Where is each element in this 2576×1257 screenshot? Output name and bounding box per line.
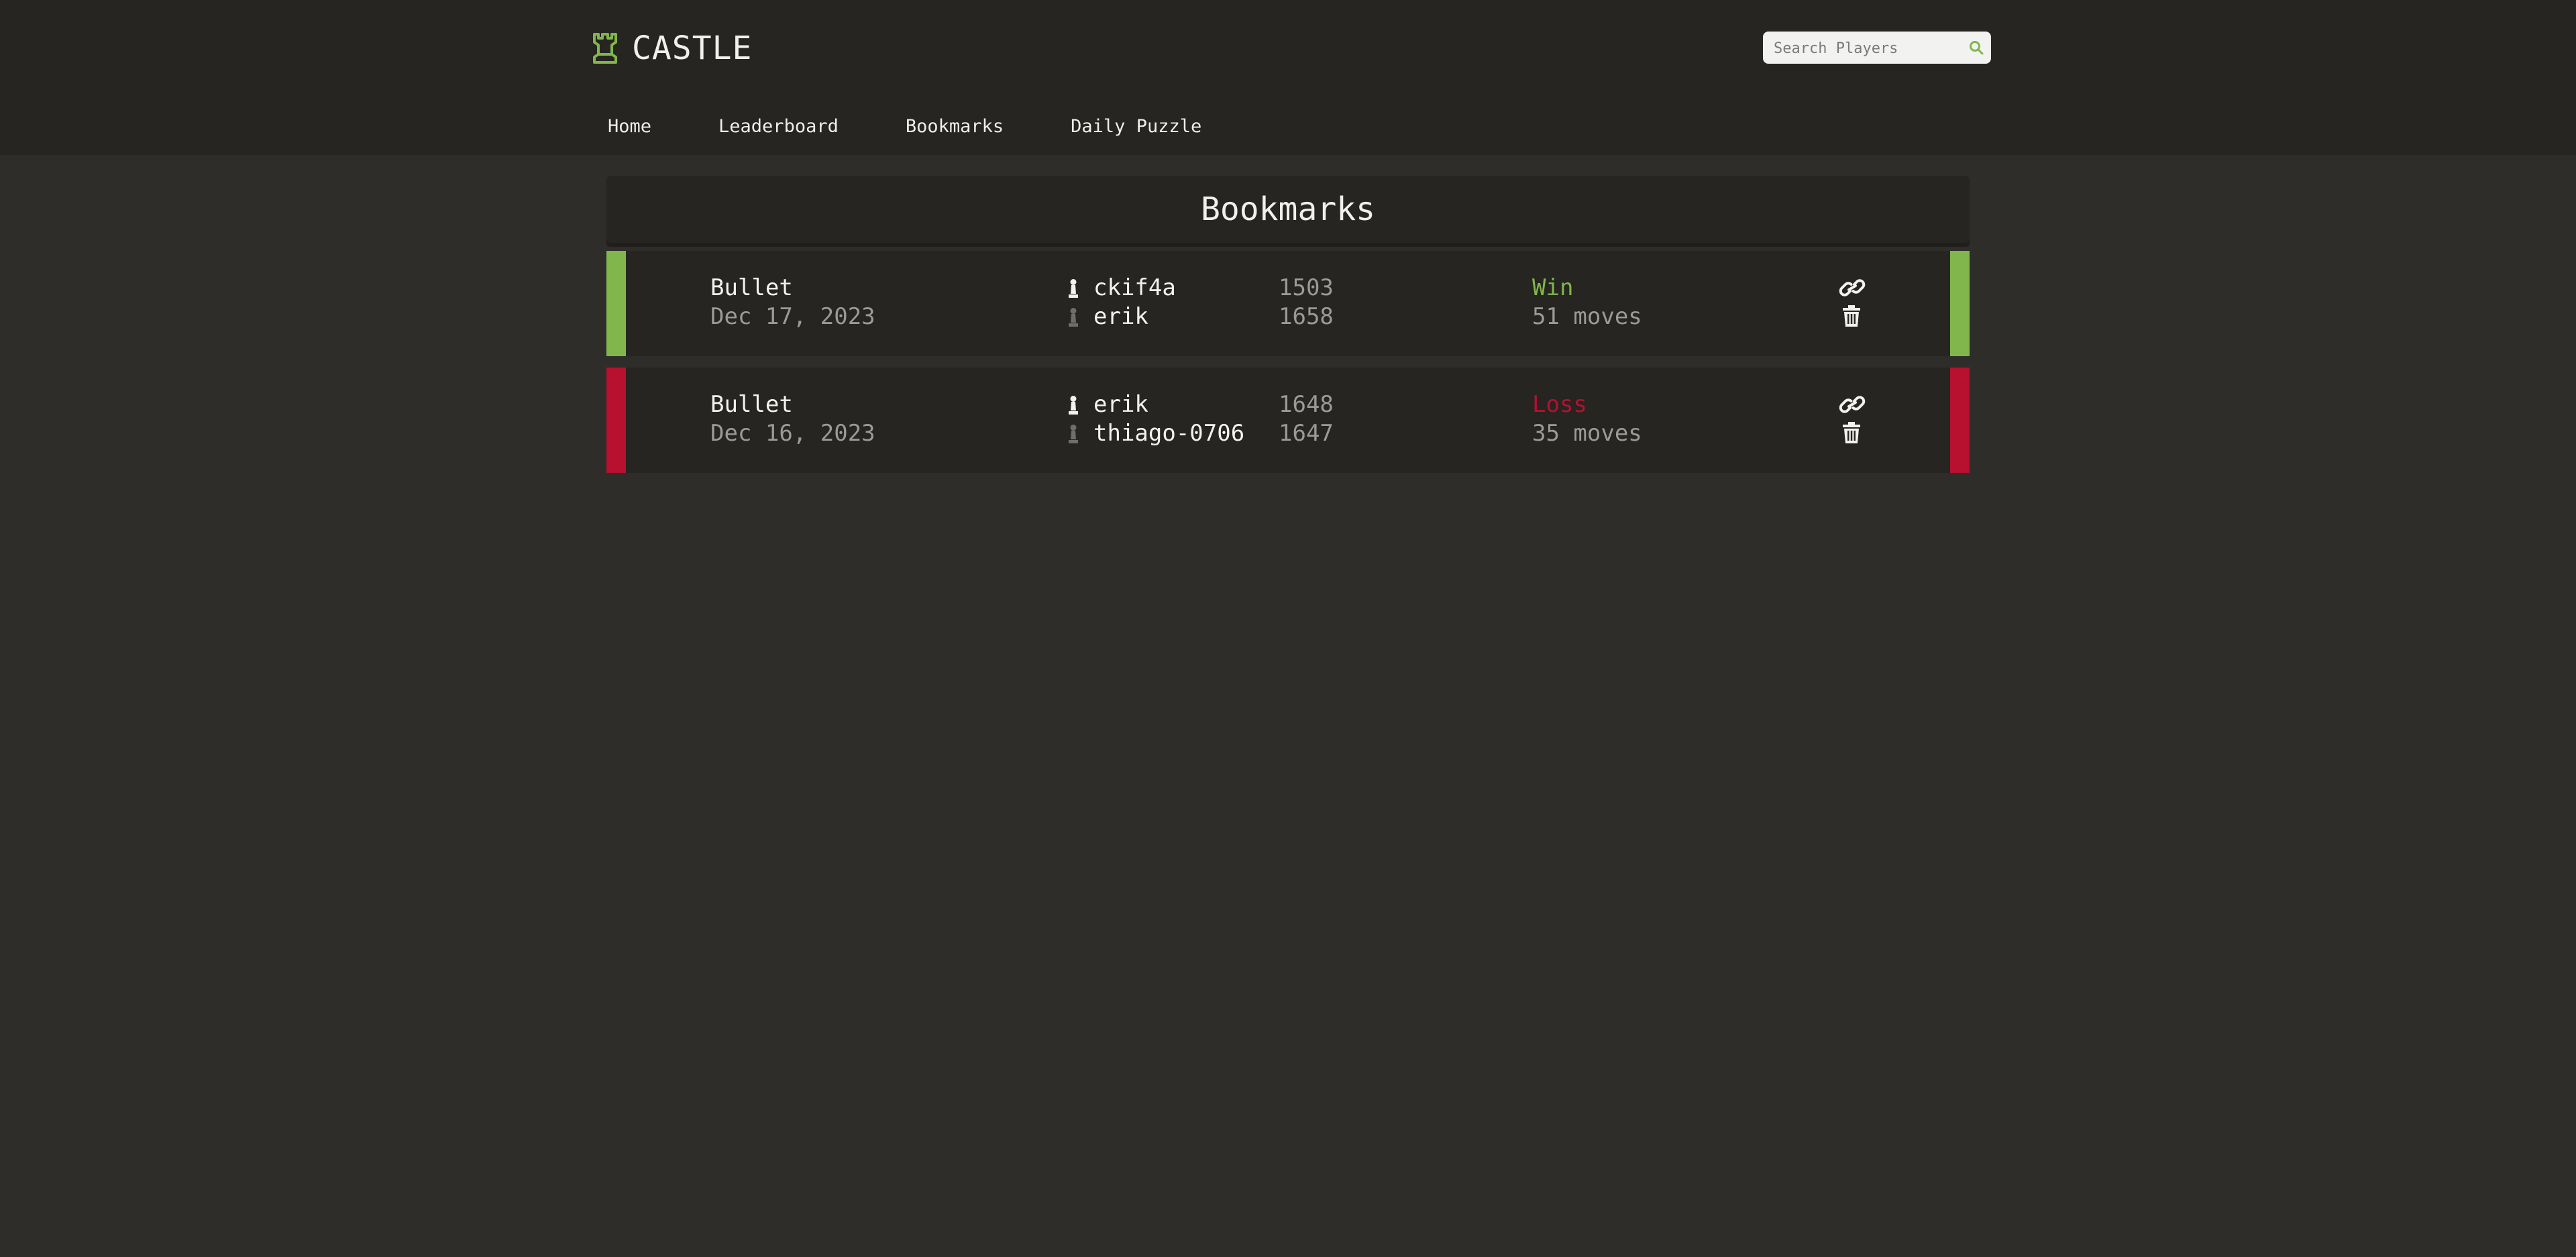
brand-name: CASTLE [632, 30, 753, 67]
black-player-name[interactable]: erik [1093, 303, 1148, 330]
white-player-rating: 1503 [1279, 274, 1334, 301]
rook-icon [593, 33, 617, 64]
black-pawn-icon [1069, 308, 1078, 327]
game-mode: Bullet [710, 391, 793, 418]
white-player-name[interactable]: ckif4a [1093, 274, 1176, 301]
link-icon[interactable] [1838, 393, 1866, 416]
white-pawn-icon [1069, 396, 1078, 415]
search-box [1763, 32, 1991, 64]
top-header: CASTLE Home Leaderboard Bookmarks Daily … [0, 0, 2576, 155]
result-bar-right [1950, 368, 1970, 473]
trash-icon[interactable] [1842, 305, 1861, 327]
black-pawn-icon [1069, 425, 1078, 443]
black-player-rating: 1647 [1279, 420, 1334, 447]
move-count: 51 moves [1532, 303, 1642, 330]
white-pawn-icon [1069, 279, 1078, 298]
search-icon[interactable] [1968, 40, 1984, 56]
main-nav: Home Leaderboard Bookmarks Daily Puzzle [608, 113, 1269, 140]
nav-item-daily-puzzle[interactable]: Daily Puzzle [1071, 116, 1201, 137]
trash-icon[interactable] [1842, 421, 1861, 444]
black-player-rating: 1658 [1279, 303, 1334, 330]
game-result: Win [1532, 274, 1574, 301]
white-player-rating: 1648 [1279, 391, 1334, 418]
nav-item-bookmarks[interactable]: Bookmarks [906, 116, 1004, 137]
page-title-panel: Bookmarks [606, 176, 1970, 243]
black-player-name[interactable]: thiago-0706 [1093, 420, 1244, 447]
nav-item-leaderboard[interactable]: Leaderboard [718, 116, 839, 137]
result-bar-left [606, 368, 626, 473]
page-title: Bookmarks [1200, 190, 1376, 228]
result-bar-left [606, 251, 626, 356]
link-icon[interactable] [1838, 276, 1866, 299]
game-mode: Bullet [710, 274, 793, 301]
search-input[interactable] [1772, 36, 1963, 61]
bookmark-row[interactable]: Bullet Dec 16, 2023 erik 1648 thiago-070… [606, 368, 1970, 473]
white-player-name[interactable]: erik [1093, 391, 1148, 418]
bookmark-row[interactable]: Bullet Dec 17, 2023 ckif4a 1503 erik 165… [606, 251, 1970, 356]
game-result: Loss [1532, 391, 1587, 418]
brand-logo-link[interactable]: CASTLE [590, 30, 752, 67]
game-date: Dec 17, 2023 [710, 303, 875, 330]
nav-item-home[interactable]: Home [608, 116, 651, 137]
game-date: Dec 16, 2023 [710, 420, 875, 447]
result-bar-right [1950, 251, 1970, 356]
move-count: 35 moves [1532, 420, 1642, 447]
